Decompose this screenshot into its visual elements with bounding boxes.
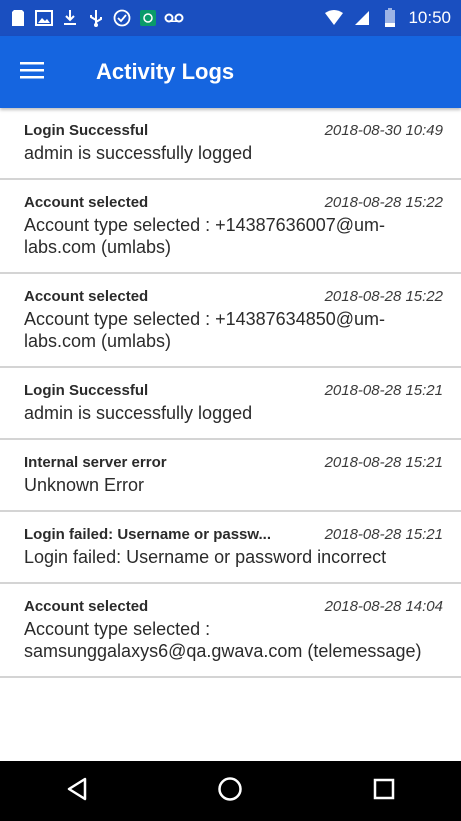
log-message: admin is successfully logged [24, 403, 253, 423]
system-icons: 10:50 [324, 0, 451, 36]
log-item[interactable]: Account selected 2018-08-28 15:22 Accoun… [0, 274, 461, 368]
app-bar: Activity Logs [0, 36, 461, 108]
log-title: Login failed: Username or passw... [24, 526, 272, 543]
log-timestamp: 2018-08-28 15:21 [324, 526, 443, 543]
sim-card-icon [8, 8, 28, 28]
notification-icons [8, 0, 184, 36]
log-message: Account type selected : samsunggalaxys6@… [24, 619, 422, 661]
recents-icon [373, 778, 395, 805]
back-icon [66, 777, 88, 806]
log-title: Login Successful [24, 382, 149, 399]
log-timestamp: 2018-08-28 14:04 [324, 598, 443, 615]
log-item[interactable]: Login Successful 2018-08-28 15:21 admin … [0, 368, 461, 440]
activity-logs-screen: 10:50 Activity Logs Login Successful 201… [0, 0, 461, 821]
home-button[interactable] [206, 767, 254, 815]
download-icon [60, 8, 80, 28]
image-icon [34, 8, 54, 28]
log-item[interactable]: Account selected 2018-08-28 15:22 Accoun… [0, 180, 461, 274]
log-message: Login failed: Username or password incor… [24, 547, 387, 567]
check-circle-icon [112, 8, 132, 28]
log-item[interactable]: Login failed: Username or passw... 2018-… [0, 512, 461, 584]
hamburger-menu-icon [20, 61, 44, 84]
log-item[interactable]: Internal server error 2018-08-28 15:21 U… [0, 440, 461, 512]
back-button[interactable] [53, 767, 101, 815]
wifi-icon [324, 8, 344, 28]
usb-icon [86, 8, 106, 28]
log-title: Login Successful [24, 122, 149, 139]
log-item[interactable]: Account selected 2018-08-28 14:04 Accoun… [0, 584, 461, 678]
voicemail-icon [164, 8, 184, 28]
system-navigation-bar [0, 761, 461, 821]
log-message: Account type selected : +14387634850@um-… [24, 309, 386, 351]
log-title: Account selected [24, 194, 149, 211]
log-timestamp: 2018-08-28 15:21 [324, 454, 443, 471]
log-title: Account selected [24, 598, 149, 615]
log-timestamp: 2018-08-28 15:22 [324, 194, 443, 211]
recents-button[interactable] [360, 767, 408, 815]
menu-button[interactable] [14, 54, 50, 90]
app-badge-icon [138, 8, 158, 28]
log-timestamp: 2018-08-28 15:22 [324, 288, 443, 305]
log-message: admin is successfully logged [24, 143, 253, 163]
log-title: Internal server error [24, 454, 167, 471]
log-message: Unknown Error [24, 475, 145, 495]
log-timestamp: 2018-08-28 15:21 [324, 382, 443, 399]
log-message: Account type selected : +14387636007@um-… [24, 215, 386, 257]
status-bar: 10:50 [0, 0, 461, 36]
log-title: Account selected [24, 288, 149, 305]
log-timestamp: 2018-08-30 10:49 [324, 122, 443, 139]
activity-log-list[interactable]: Login Successful 2018-08-30 10:49 admin … [0, 108, 461, 761]
clock: 10:50 [408, 8, 451, 27]
signal-icon [352, 8, 372, 28]
battery-icon [380, 8, 400, 28]
log-item[interactable]: Login Successful 2018-08-30 10:49 admin … [0, 108, 461, 180]
page-title: Activity Logs [96, 59, 235, 84]
home-icon [217, 776, 243, 807]
